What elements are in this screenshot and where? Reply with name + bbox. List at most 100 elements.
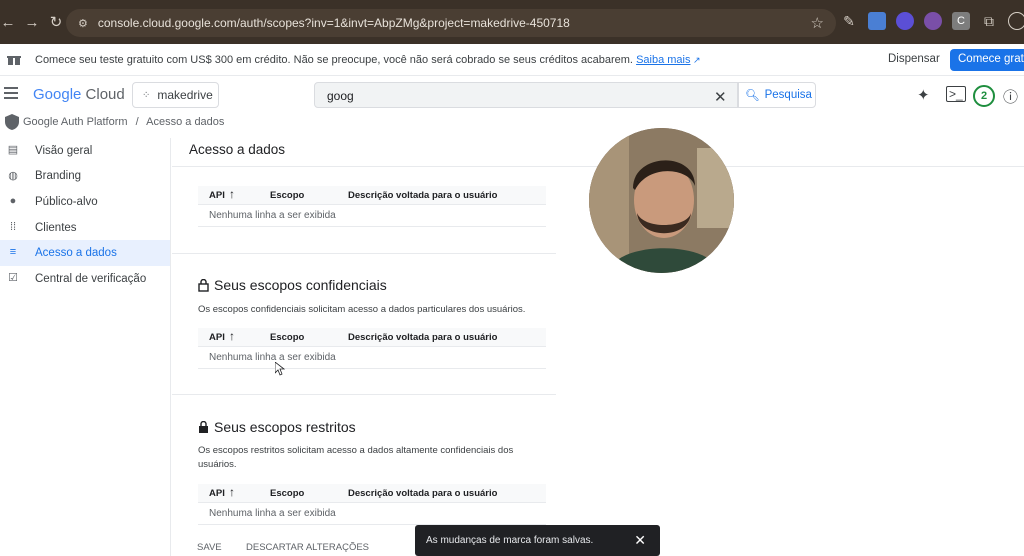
console-header: Google Cloud ⁘ makedrive goog	[0, 77, 1024, 113]
search-button[interactable]: 🔍︎ Pesquisa	[738, 82, 816, 108]
puzzle-extension-icon[interactable]: ⧉	[980, 12, 998, 30]
breadcrumb-current: Acesso a dados	[146, 116, 225, 128]
table-header-row: API ↑ Escopo Descrição voltada para o us…	[198, 186, 546, 205]
sidebar-item-branding[interactable]: ◍ Branding	[0, 164, 170, 190]
sidebar-item-label: Clientes	[35, 221, 77, 234]
site-info-icon[interactable]: ⚙	[78, 17, 88, 30]
sidebar-item-label: Público-alvo	[35, 195, 98, 208]
sidebar-item-data-access[interactable]: ≡ Acesso a dados	[0, 240, 170, 266]
column-scope[interactable]: Escopo	[270, 190, 304, 201]
sidebar-item-label: Acesso a dados	[35, 247, 117, 260]
person-icon: ●	[9, 195, 17, 208]
column-api[interactable]: API	[209, 190, 225, 201]
grid-icon: ⁞⁞	[9, 220, 17, 233]
trial-banner: Comece seu teste gratuito com US$ 300 em…	[0, 44, 1024, 76]
mouse-cursor-icon	[275, 362, 285, 376]
trial-banner-text: Comece seu teste gratuito com US$ 300 em…	[35, 54, 701, 66]
sensitive-scopes-heading: Seus escopos confidenciais	[198, 277, 387, 293]
divider	[172, 394, 556, 395]
sort-arrow-icon[interactable]: ↑	[229, 187, 235, 201]
toast-message: As mudanças de marca foram salvas.	[426, 535, 594, 546]
project-name: makedrive	[157, 88, 213, 102]
ghost-extension-icon[interactable]	[924, 12, 942, 30]
save-button[interactable]: SAVE	[197, 542, 222, 553]
webcam-presenter-image	[589, 128, 734, 273]
palette-icon: ◍	[8, 169, 18, 182]
breadcrumb: Google Auth Platform / Acesso a dados	[0, 113, 1024, 132]
logo-google-text: Google	[33, 86, 82, 103]
learn-more-link[interactable]: Saiba mais	[636, 54, 690, 66]
sidebar-item-verification[interactable]: ☑ Central de verificação	[0, 266, 170, 292]
pen-extension-icon[interactable]: ✎	[840, 12, 858, 30]
shield-icon	[5, 114, 19, 130]
sensitive-scopes-title: Seus escopos confidenciais	[214, 277, 387, 293]
external-link-icon: ↗	[690, 55, 701, 65]
reload-icon[interactable]: ↻	[44, 10, 68, 34]
breadcrumb-separator: /	[135, 116, 139, 128]
empty-table-row: Nenhuma linha a ser exibida	[198, 503, 546, 525]
search-icon: 🔍︎	[745, 90, 760, 102]
browser-toolbar: ← → ↻ ⚙ console.cloud.google.com/auth/sc…	[0, 0, 1024, 44]
lock-open-icon	[198, 278, 209, 292]
divider	[172, 253, 556, 254]
dashboard-icon: ▤	[7, 144, 19, 156]
project-icon: ⁘	[142, 89, 151, 101]
restricted-scopes-heading: Seus escopos restritos	[198, 419, 356, 435]
column-api[interactable]: API	[209, 332, 225, 343]
gemini-icon[interactable]: ✦	[917, 86, 930, 104]
gear-extension-icon[interactable]	[896, 12, 914, 30]
logo-cloud-text: Cloud	[85, 86, 125, 103]
help-icon[interactable]: ⓘ	[1003, 86, 1018, 107]
notifications-badge[interactable]: 2	[973, 85, 995, 107]
search-button-label: Pesquisa	[764, 89, 812, 101]
empty-table-row: Nenhuma linha a ser exibida	[198, 205, 546, 227]
sensitive-scopes-description: Os escopos confidenciais solicitam acess…	[198, 304, 526, 315]
restricted-scopes-title: Seus escopos restritos	[214, 419, 356, 435]
empty-table-row: Nenhuma linha a ser exibida	[198, 347, 546, 369]
google-cloud-logo[interactable]: Google Cloud	[33, 86, 125, 103]
url-text: console.cloud.google.com/auth/scopes?inv…	[97, 16, 570, 30]
table-header-row: API ↑ Escopo Descrição voltada para o us…	[198, 484, 546, 503]
sidebar: ▤ Visão geral ◍ Branding ● Público-alvo …	[0, 138, 171, 556]
table-header-row: API ↑ Escopo Descrição voltada para o us…	[198, 328, 546, 347]
dismiss-button[interactable]: Dispensar	[888, 53, 940, 65]
column-description[interactable]: Descrição voltada para o usuário	[348, 488, 497, 499]
sort-arrow-icon[interactable]: ↑	[229, 329, 235, 343]
c-extension-icon[interactable]: C	[952, 12, 970, 30]
column-description[interactable]: Descrição voltada para o usuário	[348, 190, 497, 201]
column-api[interactable]: API	[209, 488, 225, 499]
discard-button[interactable]: DESCARTAR ALTERAÇÕES	[246, 542, 369, 553]
gift-icon	[7, 54, 21, 65]
sidebar-item-label: Visão geral	[35, 144, 93, 157]
bookmark-star-icon[interactable]: ☆	[811, 14, 824, 32]
restricted-scopes-description: Os escopos restritos solicitam acesso a …	[198, 445, 514, 470]
forward-icon[interactable]: →	[20, 10, 44, 34]
sidebar-item-clients[interactable]: ⁞⁞ Clientes	[0, 215, 170, 241]
sort-arrow-icon[interactable]: ↑	[229, 485, 235, 499]
start-trial-button[interactable]: Comece gratu	[950, 49, 1024, 71]
breadcrumb-root[interactable]: Google Auth Platform	[23, 116, 128, 128]
lock-icon	[199, 420, 208, 433]
extensions-bar: ✎ C ⧉ ⤓	[840, 12, 1024, 30]
project-picker[interactable]: ⁘ makedrive	[132, 82, 219, 108]
sidebar-item-audience[interactable]: ● Público-alvo	[0, 189, 170, 215]
column-description[interactable]: Descrição voltada para o usuário	[348, 332, 497, 343]
clear-search-icon[interactable]: ✕	[714, 88, 727, 106]
notes-extension-icon[interactable]	[868, 12, 886, 30]
snackbar-toast: As mudanças de marca foram salvas. ✕	[415, 525, 660, 556]
back-icon[interactable]: ←	[0, 10, 20, 34]
cloud-shell-icon[interactable]: >_	[946, 86, 966, 102]
page-title: Acesso a dados	[189, 142, 286, 157]
column-scope[interactable]: Escopo	[270, 332, 304, 343]
sidebar-item-label: Central de verificação	[35, 272, 147, 285]
verify-icon: ☑	[8, 271, 18, 284]
menu-icon[interactable]	[4, 87, 18, 102]
sidebar-item-label: Branding	[35, 170, 82, 183]
close-icon[interactable]: ✕	[634, 532, 646, 549]
sidebar-item-overview[interactable]: ▤ Visão geral	[0, 138, 170, 164]
column-scope[interactable]: Escopo	[270, 488, 304, 499]
profile-icon[interactable]	[1008, 12, 1024, 30]
search-input[interactable]: goog	[314, 82, 738, 108]
data-access-icon: ≡	[9, 246, 17, 259]
address-bar[interactable]: ⚙ console.cloud.google.com/auth/scopes?i…	[66, 9, 836, 37]
